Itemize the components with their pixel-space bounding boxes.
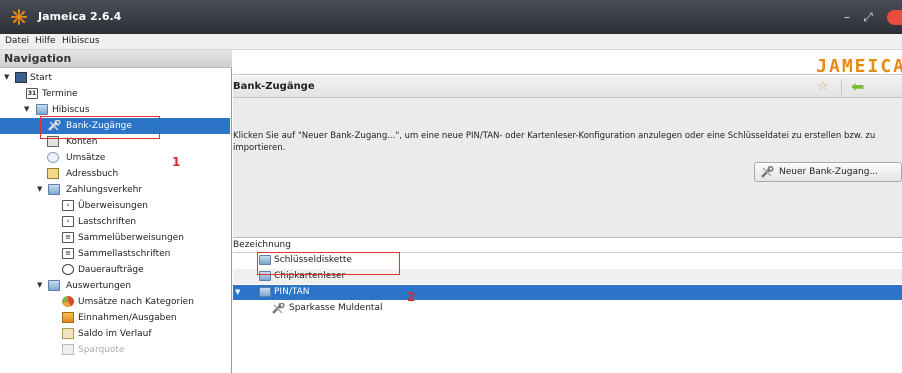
toolbar-separator (841, 79, 842, 95)
annotation-box-bank-zugaenge (40, 116, 160, 139)
menu-hibiscus[interactable]: Hibiscus (62, 36, 100, 46)
tools-icon (761, 166, 774, 178)
tree-item-start[interactable]: ▼ Start (0, 70, 230, 86)
tree-item-umsaetze[interactable]: Umsätze (0, 150, 230, 166)
tree-label: Einnahmen/Ausgaben (78, 313, 177, 323)
tree-label: Lastschriften (78, 217, 137, 227)
row-label: Sparkasse Muldental (289, 303, 383, 313)
close-icon[interactable] (887, 10, 902, 25)
tree-item-zahlungsverkehr[interactable]: ▼ Zahlungsverkehr (0, 182, 230, 198)
jameica-app-icon (11, 9, 27, 25)
tree-label: Zahlungsverkehr (66, 185, 143, 195)
tree-item-lastschriften[interactable]: ‹ Lastschriften (0, 214, 230, 230)
transactions-icon (47, 152, 59, 163)
tree-label: Umsätze (66, 153, 106, 163)
table-row[interactable]: ▼ PIN/TAN (233, 285, 902, 300)
expanded-arrow-icon[interactable]: ▼ (24, 105, 29, 113)
annotation-marker-1: 1 (172, 155, 181, 169)
tree-label: Hibiscus (52, 105, 90, 115)
info-text: Klicken Sie auf "Neuer Bank-Zugang...", … (233, 131, 876, 153)
menu-hilfe[interactable]: Hilfe (35, 36, 55, 46)
window-titlebar: Jameica 2.6.4 – ⤢ (0, 0, 902, 34)
navigation-header: Navigation (0, 50, 232, 68)
tree-item-sammellastschriften[interactable]: ≡ Sammellastschriften (0, 246, 230, 262)
tree-item-ueberweisungen[interactable]: › Überweisungen (0, 198, 230, 214)
tree-label: Überweisungen (78, 201, 148, 211)
tools-icon (272, 303, 285, 314)
folder-icon (36, 104, 48, 115)
tree-item-einnahmen-ausgaben[interactable]: Einnahmen/Ausgaben (0, 310, 230, 326)
annotation-box-sparkasse (257, 252, 400, 275)
balance-chart-icon (62, 328, 74, 339)
expanded-arrow-icon[interactable]: ▼ (4, 73, 9, 81)
header-banner: JAMEICA (233, 50, 902, 77)
tree-label: Daueraufträge (78, 265, 144, 275)
column-header-label: Bezeichnung (233, 240, 291, 250)
tree-item-saldo-im-verlauf[interactable]: Saldo im Verlauf (0, 326, 230, 342)
tree-item-dauerauftraege[interactable]: Daueraufträge (0, 262, 230, 278)
navigation-title: Navigation (4, 52, 72, 65)
section-toolbar: Bank-Zugänge ☆ ⬅ (233, 76, 902, 98)
new-bank-access-button[interactable]: Neuer Bank-Zugang... (754, 162, 902, 182)
column-header-bezeichnung[interactable]: Bezeichnung (233, 238, 902, 253)
new-bank-access-label: Neuer Bank-Zugang... (779, 167, 879, 177)
expanded-arrow-icon[interactable]: ▼ (235, 288, 240, 296)
savings-chart-icon (62, 344, 74, 355)
annotation-marker-2: 2 (407, 290, 416, 304)
tree-label: Sparquote (78, 345, 125, 355)
window-title: Jameica 2.6.4 (38, 10, 122, 23)
section-title: Bank-Zugänge (233, 81, 315, 92)
minimize-icon[interactable]: – (838, 8, 856, 26)
calendar-icon: 31 (26, 88, 38, 99)
monitor-icon (15, 72, 27, 83)
tree-label: Sammellastschriften (78, 249, 171, 259)
table-row[interactable]: Sparkasse Muldental (233, 301, 902, 316)
menu-datei[interactable]: Datei (5, 36, 29, 46)
addressbook-icon (47, 168, 59, 179)
tree-label: Start (30, 73, 52, 83)
folder-icon (48, 280, 60, 291)
star-icon[interactable]: ☆ (817, 79, 829, 94)
batch-transfer-icon: ≡ (62, 232, 74, 243)
tree-item-sparquote[interactable]: Sparquote (0, 342, 230, 358)
jameica-logo: JAMEICA (816, 56, 902, 77)
back-arrow-icon[interactable]: ⬅ (851, 77, 864, 96)
folder-icon (48, 184, 60, 195)
tree-label: Termine (42, 89, 78, 99)
batch-debit-icon: ≡ (62, 248, 74, 259)
tree-label: Adressbuch (66, 169, 119, 179)
pie-chart-icon (62, 296, 74, 307)
tree-item-umsaetze-nach-kategorien[interactable]: Umsätze nach Kategorien (0, 294, 230, 310)
tree-label: Umsätze nach Kategorien (78, 297, 194, 307)
tree-item-termine[interactable]: 31 Termine (0, 86, 230, 102)
main-pane: JAMEICA Bank-Zugänge ☆ ⬅ Klicken Sie auf… (233, 50, 902, 373)
tree-item-adressbuch[interactable]: Adressbuch (0, 166, 230, 182)
clock-icon (62, 264, 74, 275)
expanded-arrow-icon[interactable]: ▼ (37, 281, 42, 289)
tree-label: Saldo im Verlauf (78, 329, 152, 339)
maximize-icon[interactable]: ⤢ (859, 8, 877, 26)
folder-icon (259, 287, 271, 297)
income-expense-icon (62, 312, 74, 323)
transfer-in-icon: ‹ (62, 216, 74, 227)
expanded-arrow-icon[interactable]: ▼ (37, 185, 42, 193)
navigation-panel: Navigation ▼ Start 31 Termine ▼ Hibiscus… (0, 50, 232, 373)
tree-item-auswertungen[interactable]: ▼ Auswertungen (0, 278, 230, 294)
tree-label: Sammelüberweisungen (78, 233, 184, 243)
tree-label: Auswertungen (66, 281, 132, 291)
menu-bar: Datei Hilfe Hibiscus (0, 34, 902, 50)
row-label: PIN/TAN (274, 287, 310, 297)
transfer-out-icon: › (62, 200, 74, 211)
tree-item-sammelueberweisungen[interactable]: ≡ Sammelüberweisungen (0, 230, 230, 246)
